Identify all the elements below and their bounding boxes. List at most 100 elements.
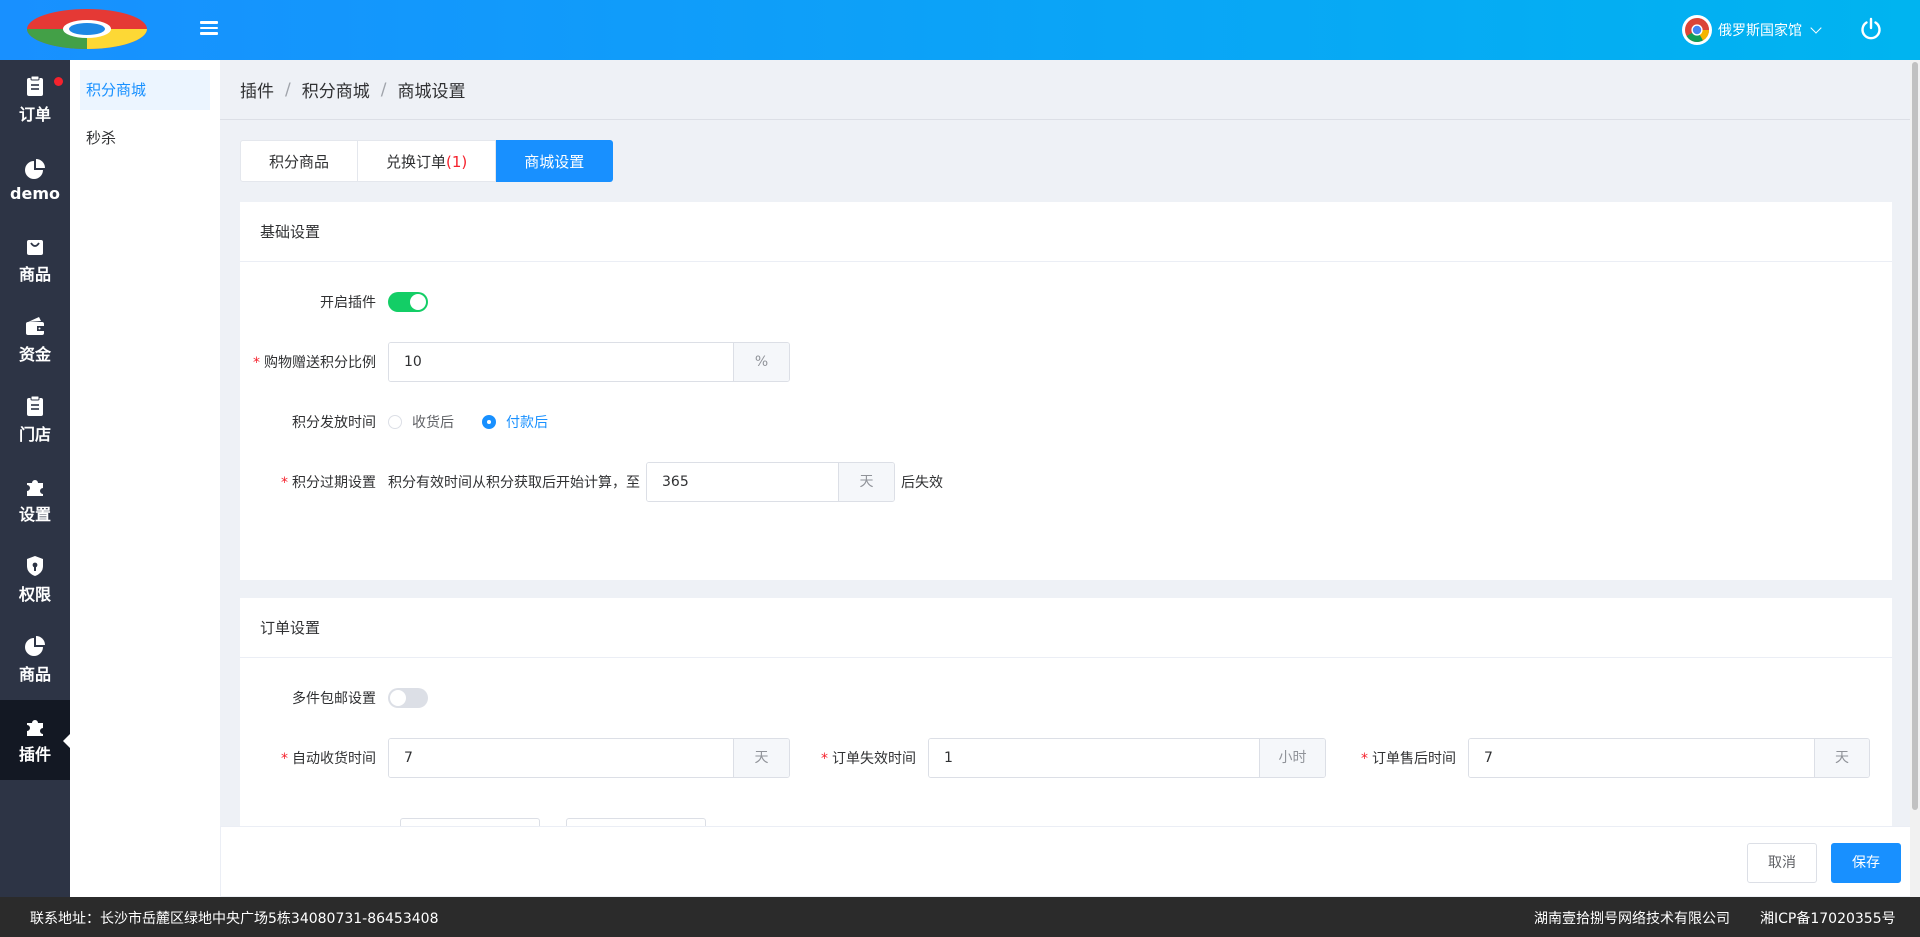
nav-item-settings[interactable]: 设置 xyxy=(0,460,70,540)
main-sidebar: 订单 demo 商品 资金 门店 设置 权限 商品 插件 xyxy=(0,60,70,897)
field-label: * 购物赠送积分比例 xyxy=(253,355,376,371)
radio-label: 收货后 xyxy=(412,415,454,431)
tab-label: 商城设置 xyxy=(524,153,585,171)
power-icon[interactable] xyxy=(1858,16,1884,42)
tab-count-badge: (1) xyxy=(446,153,468,171)
radio-after-receipt[interactable]: 收货后 xyxy=(388,412,454,432)
tab-points-goods[interactable]: 积分商品 xyxy=(240,140,359,182)
nav-label: 资金 xyxy=(18,345,51,364)
scrollbar-thumb[interactable] xyxy=(1912,62,1918,810)
radio-label: 付款后 xyxy=(506,415,548,431)
expire-prefix-text: 积分有效时间从积分获取后开始计算，至 xyxy=(388,475,640,491)
save-button[interactable]: 保存 xyxy=(1831,843,1901,883)
input-suffix: 天 xyxy=(838,463,894,501)
expire-days-input[interactable] xyxy=(647,463,838,501)
pie-chart-icon xyxy=(25,158,45,179)
expire-after-text: 后失效 xyxy=(901,475,943,491)
partial-inputs-row xyxy=(400,818,706,826)
breadcrumb: 插件 / 积分商城 / 商城设置 xyxy=(220,60,1920,120)
nav-label: 门店 xyxy=(18,425,51,444)
nav-item-plugins[interactable]: 插件 xyxy=(0,700,70,780)
puzzle-icon xyxy=(27,720,43,736)
footer-icp[interactable]: 湘ICP备17020355号 xyxy=(1760,908,1896,928)
plugin-subnav: 积分商城 秒杀 xyxy=(70,60,220,897)
nav-label: 权限 xyxy=(18,585,51,604)
radio-dot xyxy=(388,415,402,429)
hamburger-menu-icon[interactable] xyxy=(198,18,220,40)
aftersale-group: 天 xyxy=(1468,738,1870,778)
points-ratio-input[interactable] xyxy=(389,343,733,381)
auto-receive-input[interactable] xyxy=(389,739,733,777)
tab-label: 兑换订单 xyxy=(386,153,447,171)
enable-plugin-switch[interactable] xyxy=(388,292,428,312)
breadcrumb-item[interactable]: 插件 xyxy=(240,77,274,102)
nav-item-orders[interactable]: 订单 xyxy=(0,60,70,140)
tab-mall-settings[interactable]: 商城设置 xyxy=(496,140,614,182)
auto-receive-row: *自动收货时间 天 xyxy=(240,738,790,778)
field-label: 开启插件 xyxy=(320,295,376,311)
issue-time-row: 积分发放时间 收货后 付款后 xyxy=(240,402,576,442)
nav-item-store[interactable]: 门店 xyxy=(0,380,70,460)
points-ratio-row: *购物赠送积分比例 % xyxy=(240,342,790,382)
nav-label: 商品 xyxy=(18,665,51,684)
radio-dot xyxy=(482,415,496,429)
partial-input[interactable] xyxy=(400,818,540,826)
input-suffix: 小时 xyxy=(1259,739,1325,777)
nav-item-finance[interactable]: 资金 xyxy=(0,300,70,380)
breadcrumb-separator: / xyxy=(285,79,291,100)
order-invalid-input[interactable] xyxy=(929,739,1259,777)
order-settings-card: 订单设置 多件包邮设置 *自动收货时间 天 *订单失效时间 小时 *订单售后时间… xyxy=(240,598,1892,826)
site-footer: 联系地址：长沙市岳麓区绿地中央广场5栋34080731-86453408 湖南壹… xyxy=(0,897,1920,937)
free-shipping-row: 多件包邮设置 xyxy=(240,678,428,718)
action-bar: 取消 保存 xyxy=(220,826,1920,896)
notification-dot xyxy=(54,77,63,86)
breadcrumb-item[interactable]: 积分商城 xyxy=(302,77,370,102)
shield-icon xyxy=(27,556,43,576)
nav-item-permissions[interactable]: 权限 xyxy=(0,540,70,620)
subnav-item-points-mall[interactable]: 积分商城 xyxy=(80,70,210,110)
nav-item-goods-2[interactable]: 商品 xyxy=(0,620,70,700)
shopping-bag-icon xyxy=(27,240,43,255)
field-label: * 自动收货时间 xyxy=(281,751,376,767)
tab-exchange-orders[interactable]: 兑换订单(1) xyxy=(358,140,497,182)
settings-tabs: 积分商品 兑换订单(1) 商城设置 xyxy=(240,140,614,182)
subnav-item-flash-sale[interactable]: 秒杀 xyxy=(80,118,210,158)
user-menu[interactable]: 俄罗斯国家馆 xyxy=(1682,14,1822,46)
aftersale-row: *订单售后时间 天 xyxy=(1320,738,1870,778)
breadcrumb-separator: / xyxy=(380,79,387,100)
nav-item-demo[interactable]: demo xyxy=(0,140,70,220)
nav-label: 设置 xyxy=(18,505,51,524)
card-title: 基础设置 xyxy=(240,202,1892,262)
field-label: 积分发放时间 xyxy=(292,415,376,431)
clipboard-icon xyxy=(27,75,43,96)
puzzle-icon xyxy=(27,480,43,496)
wallet-icon xyxy=(26,317,44,335)
footer-address: 联系地址：长沙市岳麓区绿地中央广场5栋34080731-86453408 xyxy=(30,911,439,927)
nav-label: 插件 xyxy=(18,745,51,764)
free-shipping-switch[interactable] xyxy=(388,688,428,708)
input-suffix: % xyxy=(733,343,789,381)
clipboard-icon xyxy=(27,395,43,416)
app-logo[interactable] xyxy=(26,8,148,50)
aftersale-input[interactable] xyxy=(1469,739,1814,777)
nav-label: 订单 xyxy=(18,105,51,124)
footer-company: 湖南壹拾捌号网络技术有限公司 xyxy=(1534,911,1730,927)
chrome-avatar-icon xyxy=(1682,15,1712,45)
chevron-down-icon xyxy=(1810,22,1822,34)
nav-item-goods[interactable]: 商品 xyxy=(0,220,70,300)
page-scrollbar[interactable] xyxy=(1910,60,1920,897)
cancel-button[interactable]: 取消 xyxy=(1747,843,1817,883)
field-label: * 订单售后时间 xyxy=(1361,751,1456,767)
nav-label: 商品 xyxy=(18,265,51,284)
expire-days-group: 天 xyxy=(646,462,895,502)
field-label: * 积分过期设置 xyxy=(281,475,376,491)
order-invalid-row: *订单失效时间 小时 xyxy=(780,738,1326,778)
expire-row: *积分过期设置 积分有效时间从积分获取后开始计算，至 天 后失效 xyxy=(240,462,943,502)
input-suffix: 天 xyxy=(1814,739,1869,777)
radio-after-payment[interactable]: 付款后 xyxy=(482,412,548,432)
top-header: 俄罗斯国家馆 xyxy=(0,0,1920,60)
points-ratio-group: % xyxy=(388,342,790,382)
partial-input[interactable] xyxy=(566,818,706,826)
user-name: 俄罗斯国家馆 xyxy=(1718,23,1802,39)
enable-plugin-row: 开启插件 xyxy=(240,282,428,322)
